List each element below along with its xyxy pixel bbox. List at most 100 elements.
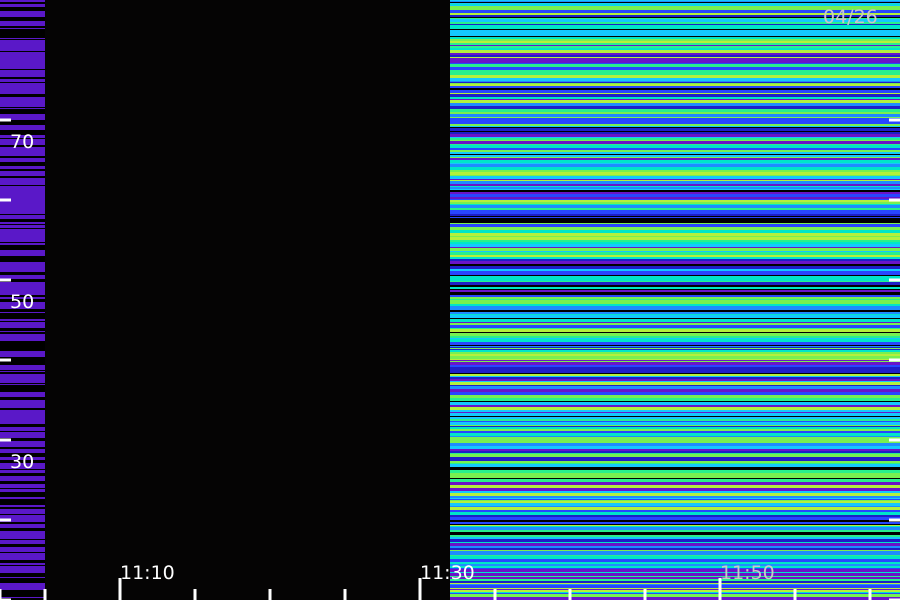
stripe bbox=[0, 412, 45, 413]
stripe bbox=[450, 453, 900, 454]
stripe bbox=[0, 400, 45, 403]
stripe bbox=[0, 125, 45, 127]
stripe bbox=[450, 356, 900, 357]
stripe bbox=[450, 482, 900, 485]
stripe bbox=[450, 564, 900, 566]
stripe bbox=[450, 498, 900, 499]
stripe bbox=[0, 577, 45, 578]
stripe bbox=[0, 75, 45, 77]
stripe bbox=[0, 502, 45, 505]
stripe bbox=[450, 425, 900, 426]
stripe bbox=[0, 431, 45, 432]
stripe bbox=[0, 21, 45, 24]
stripe bbox=[450, 338, 900, 339]
stripe bbox=[0, 557, 45, 558]
stripe bbox=[450, 50, 900, 52]
stripe bbox=[0, 580, 45, 583]
y-tick-right-60 bbox=[889, 278, 900, 282]
x-tick-minor-1105 bbox=[43, 589, 47, 600]
stripe bbox=[450, 583, 900, 584]
stripe bbox=[450, 419, 900, 421]
stripe bbox=[0, 575, 45, 577]
x-tick-minor-1102 bbox=[0, 589, 2, 600]
y-tick-left-60 bbox=[0, 278, 11, 282]
stripe bbox=[450, 240, 900, 242]
stripe bbox=[450, 475, 900, 478]
stripe bbox=[450, 315, 900, 317]
y-tick-left-80 bbox=[0, 118, 11, 122]
stripe bbox=[0, 217, 45, 219]
stripe bbox=[0, 213, 45, 214]
stripe bbox=[450, 179, 900, 180]
stripe bbox=[450, 55, 900, 57]
stripe bbox=[450, 345, 900, 346]
stripe bbox=[0, 589, 45, 590]
stripe bbox=[450, 359, 900, 360]
stripe bbox=[0, 158, 45, 160]
stripe bbox=[0, 394, 45, 395]
stripe bbox=[450, 579, 900, 581]
x-tick-label-1110: 11:10 bbox=[120, 562, 175, 584]
stripe bbox=[450, 266, 900, 269]
stripe bbox=[0, 525, 45, 528]
y-tick-left-50 bbox=[0, 358, 11, 362]
stripe bbox=[450, 242, 900, 244]
stripe bbox=[0, 228, 45, 229]
stripe bbox=[0, 481, 45, 484]
stripe bbox=[450, 257, 900, 259]
stripe bbox=[0, 537, 45, 539]
stripe bbox=[450, 223, 900, 224]
stripe bbox=[450, 172, 900, 175]
stripe bbox=[450, 237, 900, 240]
stripe bbox=[450, 427, 900, 429]
stripe bbox=[0, 184, 45, 185]
stripe bbox=[0, 285, 45, 288]
stripe bbox=[450, 290, 900, 292]
stripe bbox=[450, 493, 900, 496]
stripe bbox=[450, 515, 900, 517]
stripe bbox=[450, 261, 900, 264]
stripe bbox=[450, 118, 900, 121]
stripe bbox=[0, 186, 45, 189]
stripe bbox=[450, 379, 900, 381]
stripe bbox=[450, 429, 900, 431]
stripe bbox=[450, 373, 900, 374]
x-tick-minor-1145 bbox=[643, 589, 647, 600]
stripe bbox=[450, 57, 900, 58]
stripe bbox=[450, 289, 900, 290]
stripe bbox=[0, 509, 45, 512]
stripe bbox=[450, 45, 900, 46]
stripe bbox=[450, 401, 900, 402]
stripe bbox=[450, 141, 900, 144]
stripe bbox=[450, 354, 900, 356]
stripe bbox=[450, 592, 900, 593]
stripe bbox=[0, 588, 45, 589]
stripe bbox=[0, 549, 45, 550]
stripe bbox=[0, 243, 45, 245]
stripe bbox=[0, 224, 45, 225]
stripe bbox=[450, 282, 900, 285]
stripe bbox=[450, 517, 900, 520]
stripe bbox=[0, 384, 45, 385]
stripe bbox=[450, 410, 900, 412]
stripe bbox=[0, 365, 45, 367]
stripe bbox=[450, 473, 900, 475]
stripe bbox=[450, 269, 900, 271]
stripe bbox=[450, 336, 900, 338]
stripe bbox=[450, 360, 900, 361]
stripe bbox=[0, 54, 45, 57]
stripe bbox=[450, 593, 900, 594]
stripe bbox=[0, 417, 45, 419]
stripe bbox=[450, 535, 900, 537]
stripe bbox=[0, 214, 45, 215]
stripe bbox=[0, 415, 45, 417]
stripe bbox=[0, 370, 45, 371]
stripe bbox=[0, 476, 45, 478]
stripe bbox=[450, 392, 900, 395]
stripe bbox=[450, 251, 900, 252]
stripe bbox=[450, 33, 900, 34]
stripe bbox=[450, 138, 900, 140]
stripe bbox=[0, 560, 45, 563]
stripe bbox=[0, 508, 45, 509]
stripe bbox=[450, 546, 900, 548]
